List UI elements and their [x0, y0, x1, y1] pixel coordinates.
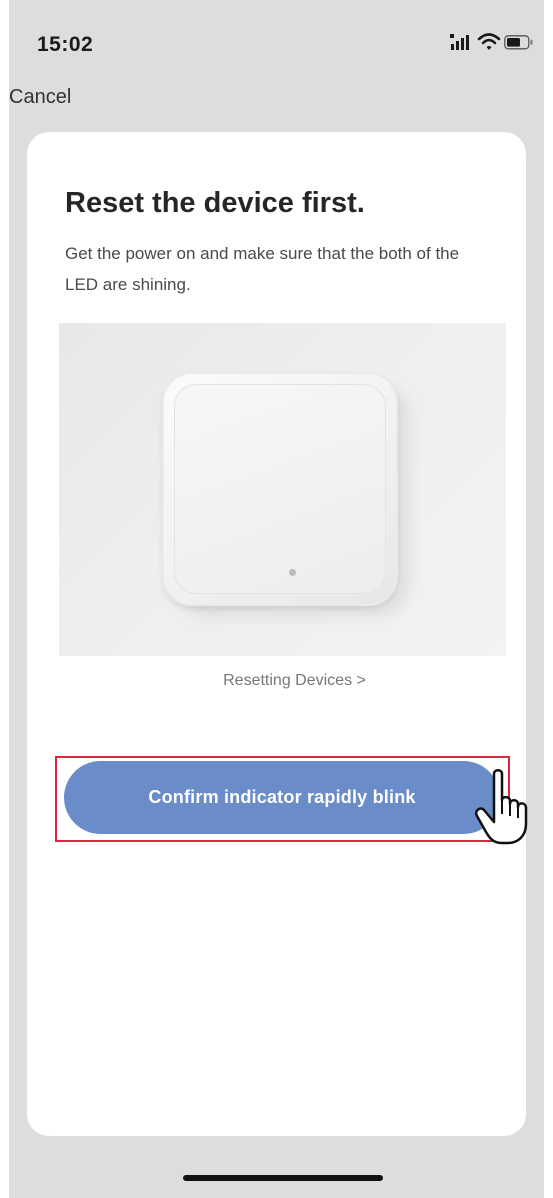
- home-indicator: [183, 1175, 383, 1181]
- resetting-devices-link[interactable]: Resetting Devices >: [27, 672, 544, 690]
- battery-icon: [504, 35, 533, 50]
- confirm-indicator-button[interactable]: Confirm indicator rapidly blink: [64, 761, 500, 834]
- instruction-text: Get the power on and make sure that the …: [65, 244, 460, 294]
- app-screen: 15:02 Cancel Reset the device first. Get…: [9, 0, 544, 1198]
- device-panel: [174, 384, 386, 594]
- status-icons: [450, 33, 533, 50]
- status-time: 15:02: [37, 33, 94, 56]
- page-title: Reset the device first.: [65, 187, 365, 219]
- wifi-icon: [477, 33, 501, 50]
- smart-switch-device-image: [162, 372, 398, 606]
- signal-icon: [450, 34, 469, 50]
- cancel-button[interactable]: Cancel: [9, 86, 71, 109]
- status-bar: 15:02: [9, 0, 544, 80]
- hand-pointer-icon: [475, 769, 528, 845]
- led-indicator: [289, 569, 296, 576]
- reset-instructions-card: Reset the device first. Get the power on…: [27, 132, 526, 1136]
- device-illustration: [59, 323, 506, 656]
